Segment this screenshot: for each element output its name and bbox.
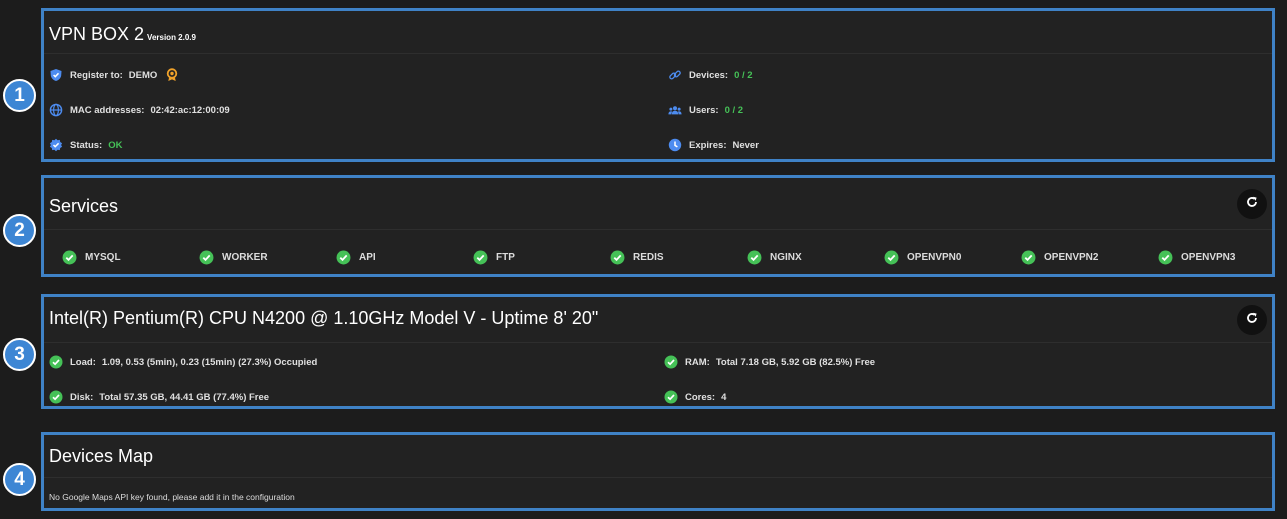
expires-label: Expires: (689, 139, 727, 151)
services-refresh-button[interactable] (1237, 189, 1267, 219)
devices-map-header: Devices Map (44, 435, 1272, 478)
service-item: REDIS (610, 250, 664, 265)
check-circle-icon (336, 250, 351, 265)
service-label: OPENVPN2 (1044, 252, 1099, 263)
services-header: Services (44, 178, 1272, 230)
service-label: OPENVPN0 (907, 252, 962, 263)
box-name: VPN BOX 2 (49, 24, 145, 44)
check-circle-icon (747, 250, 762, 265)
devices-row: Devices: 0 / 2 (668, 68, 753, 82)
service-label: REDIS (633, 252, 664, 263)
service-item: OPENVPN0 (884, 250, 961, 265)
service-item: OPENVPN3 (1158, 250, 1235, 265)
service-label: WORKER (222, 252, 268, 263)
cores-label: Cores: (685, 391, 716, 403)
service-item: NGINX (747, 250, 802, 265)
award-icon (165, 68, 179, 82)
users-row: Users: 0 / 2 (668, 103, 743, 117)
map-message: No Google Maps API key found, please add… (49, 492, 295, 502)
marker-3: 3 (3, 338, 36, 371)
mac-value: 02:42:ac:12:00:09 (150, 104, 230, 116)
globe-icon (49, 103, 63, 117)
system-title-text: Intel(R) Pentium(R) CPU N4200 @ 1.10GHz … (49, 308, 599, 328)
service-item: MYSQL (62, 250, 121, 265)
check-circle-icon (1158, 250, 1173, 265)
link-icon (668, 68, 682, 82)
check-circle-icon (664, 355, 678, 369)
expires-row: Expires: Never (668, 138, 759, 152)
dashboard: 1 2 3 4 VPN BOX 2 Version 2.0.9 Register … (0, 0, 1287, 519)
badge-check-icon (49, 138, 63, 152)
services-panel: Services MYSQL WORKER API FTP REDIS NGINX OPEN… (41, 175, 1275, 277)
vpn-box-title: VPN BOX 2 Version 2.0.9 (49, 24, 196, 45)
system-refresh-button[interactable] (1237, 305, 1267, 335)
load-row: Load: 1.09, 0.53 (5min), 0.23 (15min) (2… (49, 355, 317, 369)
check-circle-icon (664, 390, 678, 404)
check-circle-icon (1021, 250, 1036, 265)
system-panel: Intel(R) Pentium(R) CPU N4200 @ 1.10GHz … (41, 294, 1275, 409)
marker-4: 4 (3, 463, 36, 496)
service-label: OPENVPN3 (1181, 252, 1236, 263)
users-icon (668, 103, 682, 117)
check-circle-icon (49, 355, 63, 369)
vpn-box-panel: VPN BOX 2 Version 2.0.9 Register to: DEMO… (41, 8, 1275, 162)
services-title: Services (49, 196, 118, 217)
ram-row: RAM: Total 7.18 GB, 5.92 GB (82.5%) Free (664, 355, 875, 369)
service-label: API (359, 252, 376, 263)
register-row: Register to: DEMO (49, 68, 179, 82)
check-circle-icon (473, 250, 488, 265)
services-title-text: Services (49, 196, 119, 216)
check-circle-icon (62, 250, 77, 265)
devices-map-title: Devices Map (49, 446, 153, 467)
service-item: API (336, 250, 376, 265)
devices-map-panel: Devices Map No Google Maps API key found… (41, 432, 1275, 511)
users-label: Users: (689, 104, 719, 116)
mac-label: MAC addresses: (70, 104, 145, 116)
devices-value: 0 / 2 (734, 69, 753, 81)
load-value: 1.09, 0.53 (5min), 0.23 (15min) (27.3%) … (101, 356, 318, 368)
clock-icon (668, 138, 682, 152)
refresh-icon (1246, 311, 1258, 329)
shield-check-icon (49, 68, 63, 82)
users-value: 0 / 2 (724, 104, 744, 116)
status-label: Status: (70, 139, 103, 151)
check-circle-icon (199, 250, 214, 265)
disk-value: Total 57.35 GB, 44.41 GB (77.4%) Free (99, 391, 270, 403)
service-label: FTP (496, 252, 515, 263)
devices-label: Devices: (689, 69, 729, 81)
ram-value: Total 7.18 GB, 5.92 GB (82.5%) Free (715, 356, 876, 368)
marker-2: 2 (3, 214, 36, 247)
vpn-box-header: VPN BOX 2 Version 2.0.9 (44, 11, 1272, 54)
register-label: Register to: (70, 69, 123, 81)
cores-row: Cores: 4 (664, 390, 726, 404)
status-row: Status: OK (49, 138, 122, 152)
expires-value: Never (732, 139, 759, 151)
disk-label: Disk: (70, 391, 94, 403)
check-circle-icon (884, 250, 899, 265)
register-value: DEMO (128, 69, 158, 81)
service-label: NGINX (770, 252, 802, 263)
mac-row: MAC addresses: 02:42:ac:12:00:09 (49, 103, 230, 117)
ram-label: RAM: (685, 356, 710, 368)
refresh-icon (1246, 195, 1258, 213)
disk-row: Disk: Total 57.35 GB, 44.41 GB (77.4%) F… (49, 390, 269, 404)
system-header: Intel(R) Pentium(R) CPU N4200 @ 1.10GHz … (44, 297, 1272, 343)
devices-map-title-text: Devices Map (49, 446, 154, 466)
service-label: MYSQL (85, 252, 121, 263)
marker-1: 1 (3, 79, 36, 112)
system-title: Intel(R) Pentium(R) CPU N4200 @ 1.10GHz … (49, 308, 598, 329)
load-label: Load: (70, 356, 96, 368)
status-value: OK (108, 139, 123, 151)
service-item: OPENVPN2 (1021, 250, 1098, 265)
box-version: Version 2.0.9 (147, 33, 196, 42)
service-item: FTP (473, 250, 515, 265)
service-item: WORKER (199, 250, 268, 265)
check-circle-icon (49, 390, 63, 404)
check-circle-icon (610, 250, 625, 265)
cores-value: 4 (721, 391, 727, 403)
